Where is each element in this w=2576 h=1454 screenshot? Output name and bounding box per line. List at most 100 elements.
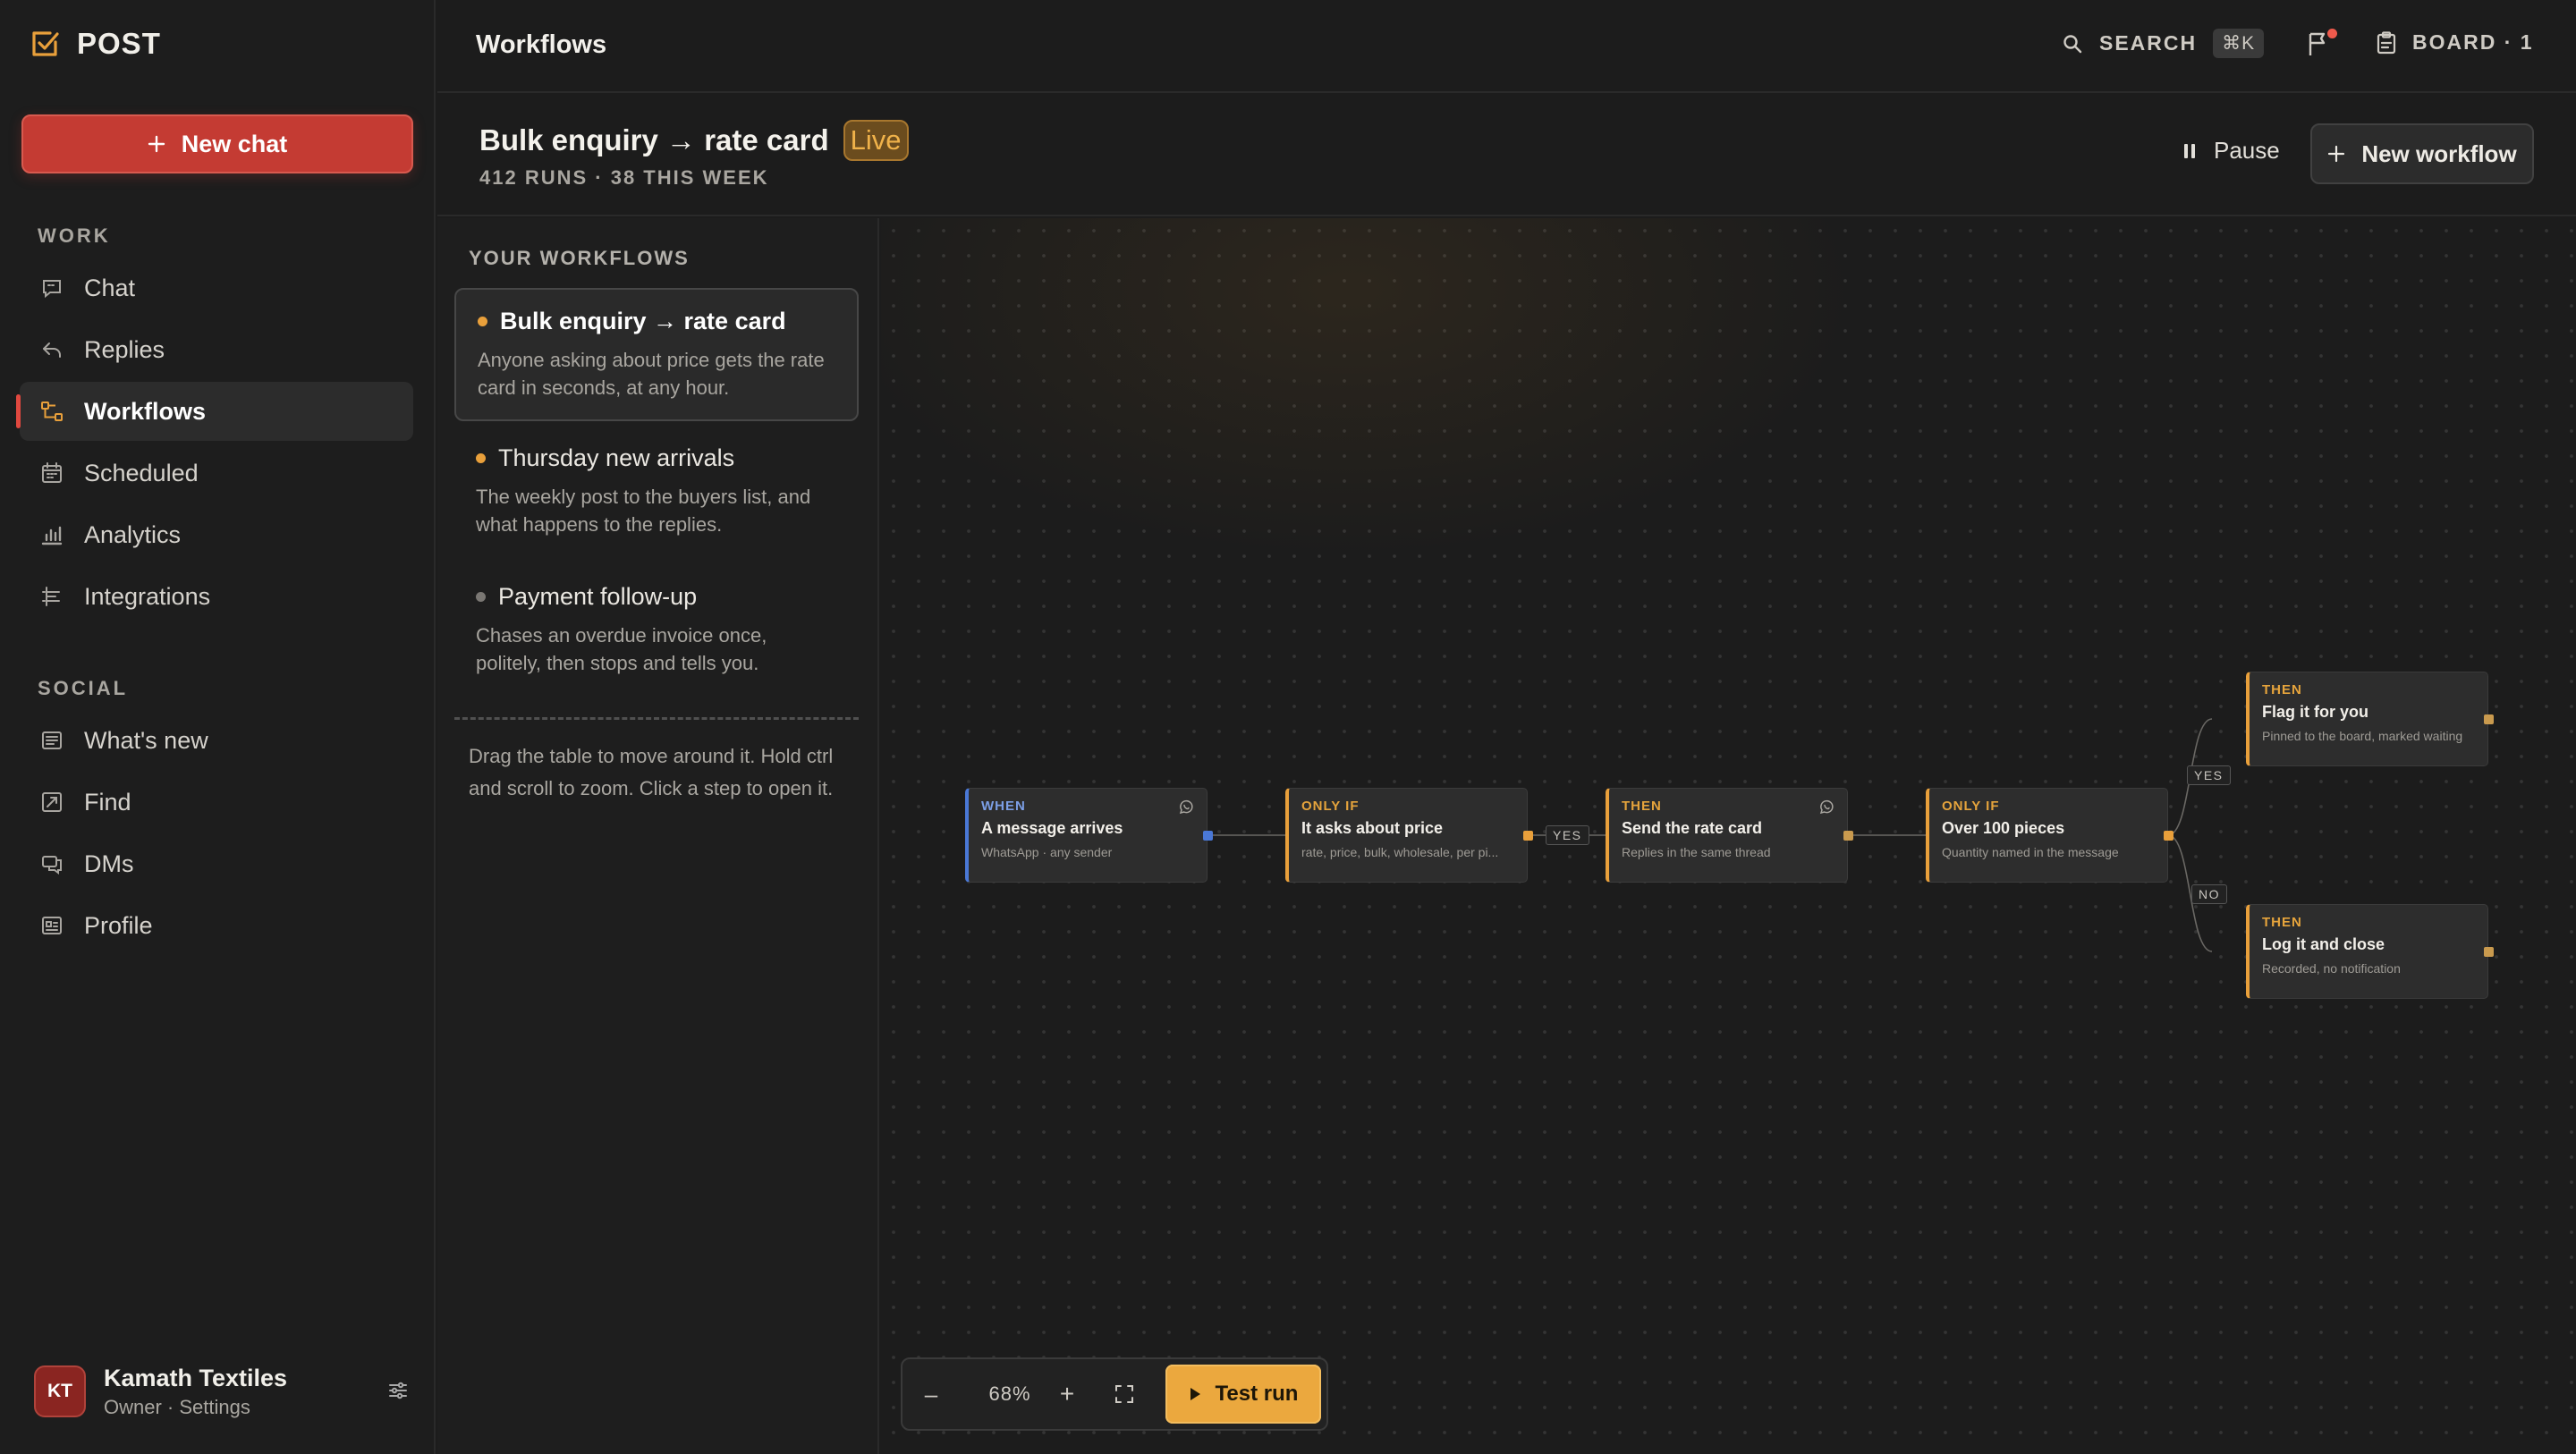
sliders-icon[interactable] xyxy=(386,1379,410,1402)
sidebar-item-label: Profile xyxy=(84,911,153,939)
zoom-out-button[interactable]: – xyxy=(913,1359,949,1429)
workflow-list-item-payment-follow-up[interactable]: Payment follow-up Chases an overdue invo… xyxy=(454,565,859,695)
sidebar-item-label: What's new xyxy=(84,726,208,754)
output-port[interactable] xyxy=(2164,831,2174,841)
play-icon xyxy=(1189,1387,1201,1401)
profile-icon xyxy=(39,913,64,938)
search-icon xyxy=(2062,33,2083,55)
step-title: Over 100 pieces xyxy=(1942,819,2065,837)
output-port[interactable] xyxy=(2484,714,2494,724)
step-kind: ONLY IF xyxy=(1942,799,2000,814)
workflow-step-condition-quantity[interactable]: ONLY IF Over 100 pieces Quantity named i… xyxy=(1926,788,2174,883)
fit-view-button[interactable] xyxy=(1105,1359,1144,1429)
output-port[interactable] xyxy=(1843,831,1853,841)
step-title: It asks about price xyxy=(1301,819,1444,837)
pause-icon xyxy=(2183,143,2196,159)
status-dot xyxy=(476,453,486,463)
bar-chart-icon xyxy=(39,522,64,547)
integrations-icon xyxy=(39,584,64,609)
workflow-item-title: Thursday new arrivals xyxy=(498,444,735,471)
canvas-hint: Drag the table to move around it. Hold c… xyxy=(469,745,834,799)
sidebar-item-whats-new[interactable]: What's new xyxy=(20,711,413,770)
sidebar-item-workflows[interactable]: Workflows xyxy=(16,382,413,441)
search-button[interactable]: SEARCH ⌘K xyxy=(2062,29,2265,58)
sidebar-item-chat[interactable]: Chat xyxy=(20,258,413,317)
zoom-in-button[interactable]: + xyxy=(1049,1359,1085,1429)
test-run-label: Test run xyxy=(1215,1382,1299,1406)
output-port[interactable] xyxy=(2484,947,2494,957)
sidebar-item-label: Integrations xyxy=(84,582,211,610)
reply-icon xyxy=(39,337,64,362)
user-subtitle: Owner · Settings xyxy=(104,1395,250,1418)
step-subtitle: Replies in the same thread xyxy=(1622,845,1771,859)
workflow-step-flag[interactable]: THEN Flag it for you Pinned to the board… xyxy=(2246,672,2494,766)
workflow-step-log-close[interactable]: THEN Log it and close Recorded, no notif… xyxy=(2246,904,2494,999)
test-run-button[interactable]: Test run xyxy=(1165,1365,1321,1424)
chat-icon xyxy=(39,275,64,300)
new-workflow-label: New workflow xyxy=(2361,139,2517,167)
step-subtitle: WhatsApp · any sender xyxy=(981,845,1113,859)
step-kind: ONLY IF xyxy=(1301,799,1360,814)
logo-checkbox-icon xyxy=(30,30,59,58)
board-button[interactable]: BOARD · 1 xyxy=(2377,30,2534,55)
sidebar-item-label: Workflows xyxy=(84,397,207,425)
edge-label-yes: YES xyxy=(2187,765,2231,785)
sidebar-item-label: Find xyxy=(84,788,131,816)
notification-dot xyxy=(2327,29,2337,38)
step-title: Send the rate card xyxy=(1622,819,1763,837)
step-subtitle: Recorded, no notification xyxy=(2262,961,2401,976)
workflow-step-condition-price[interactable]: ONLY IF It asks about price rate, price,… xyxy=(1285,788,1533,883)
workflow-icon xyxy=(39,399,64,424)
top-bar: Workflows SEARCH ⌘K BOARD · 1 xyxy=(437,0,2576,93)
sidebar-item-analytics[interactable]: Analytics xyxy=(20,505,413,564)
pause-button[interactable]: Pause xyxy=(2183,137,2280,165)
workflow-step-send-rate-card[interactable]: THEN Send the rate card Replies in the s… xyxy=(1606,788,1853,883)
sidebar-item-profile[interactable]: Profile xyxy=(20,896,413,955)
workflow-list-item-bulk-enquiry[interactable]: Bulk enquiry → rate card Anyone asking a… xyxy=(454,288,859,421)
board-label: BOARD · 1 xyxy=(2412,30,2534,54)
new-workflow-button[interactable]: New workflow xyxy=(2310,123,2534,184)
flag-icon[interactable] xyxy=(2307,29,2337,59)
status-dot xyxy=(476,592,486,602)
workflow-list-item-thursday-arrivals[interactable]: Thursday new arrivals The weekly post to… xyxy=(454,427,859,556)
zoom-level: 68% xyxy=(988,1382,1031,1405)
sidebar-item-replies[interactable]: Replies xyxy=(20,320,413,379)
logo-text: POST xyxy=(77,27,161,60)
status-badge: Live xyxy=(843,120,909,162)
whatsapp-icon xyxy=(1178,799,1194,816)
find-icon xyxy=(39,790,64,815)
workflow-list-panel: YOUR WORKFLOWS Bulk enquiry → rate card … xyxy=(437,218,879,1454)
workflow-item-description: Anyone asking about price gets the rate … xyxy=(478,349,825,399)
logo[interactable]: POST xyxy=(30,27,161,61)
workflow-title: Bulk enquiry → rate card xyxy=(479,123,829,157)
user-account[interactable]: KT Kamath Textiles Owner · Settings xyxy=(34,1363,410,1420)
output-port[interactable] xyxy=(1523,831,1533,841)
step-title: A message arrives xyxy=(981,819,1123,837)
output-port[interactable] xyxy=(1203,831,1213,841)
step-subtitle: rate, price, bulk, wholesale, per pi... xyxy=(1301,845,1499,859)
workflow-step-trigger[interactable]: WHEN A message arrives WhatsApp · any se… xyxy=(965,788,1213,883)
plus-icon xyxy=(2327,145,2345,163)
sidebar-item-label: DMs xyxy=(84,850,134,877)
step-subtitle: Quantity named in the message xyxy=(1942,845,2119,859)
step-title: Log it and close xyxy=(2262,935,2385,953)
workflow-header: Bulk enquiry → rate card Live 412 RUNS ·… xyxy=(437,95,2576,216)
new-chat-button[interactable]: New chat xyxy=(21,114,413,173)
dm-icon xyxy=(39,851,64,876)
user-name: Kamath Textiles xyxy=(104,1364,288,1391)
workflow-canvas[interactable]: WHEN A message arrives WhatsApp · any se… xyxy=(881,218,2576,1454)
avatar: KT xyxy=(34,1365,86,1417)
sidebar-item-find[interactable]: Find xyxy=(20,773,413,832)
step-kind: THEN xyxy=(2262,682,2302,697)
status-dot xyxy=(478,317,487,326)
fullscreen-icon xyxy=(1114,1384,1134,1404)
sidebar-item-dms[interactable]: DMs xyxy=(20,834,413,893)
edge-label-no: NO xyxy=(2191,884,2227,904)
sidebar-item-scheduled[interactable]: Scheduled xyxy=(20,444,413,503)
workflow-run-stats: 412 RUNS · 38 THIS WEEK xyxy=(479,166,769,189)
workflow-item-description: The weekly post to the buyers list, and … xyxy=(476,486,811,536)
sidebar-item-integrations[interactable]: Integrations xyxy=(20,567,413,626)
news-icon xyxy=(39,728,64,753)
workflow-list-heading: YOUR WORKFLOWS xyxy=(469,247,690,269)
workflow-item-description: Chases an overdue invoice once, politely… xyxy=(476,624,767,674)
